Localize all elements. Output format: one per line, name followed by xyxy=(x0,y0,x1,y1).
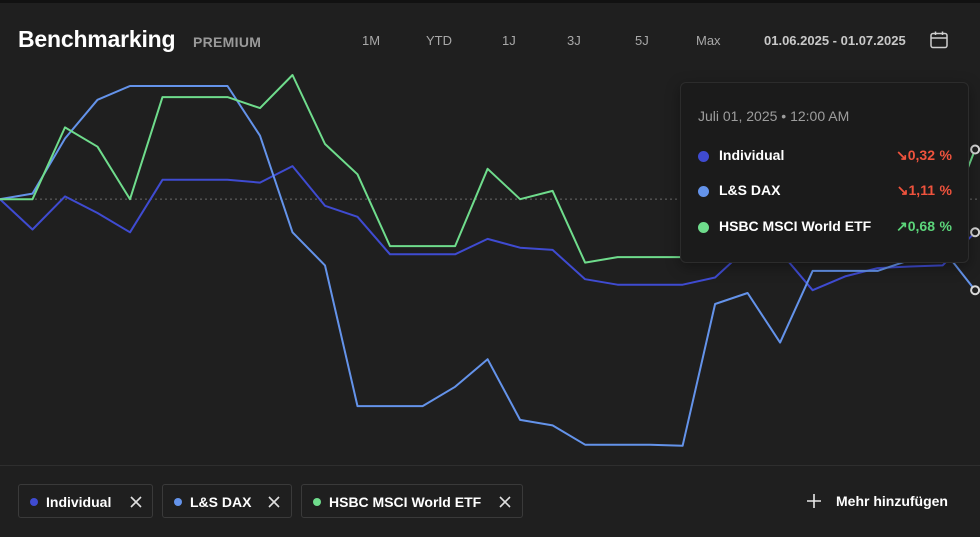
trend-down-icon: ↘ xyxy=(896,147,908,163)
hover-point-2 xyxy=(970,144,980,155)
tooltip-value: ↘1,11 xyxy=(896,182,935,198)
chart-tooltip: Juli 01, 2025 • 12:00 AM Individual ↘0,3… xyxy=(680,82,969,263)
range-button-max[interactable]: Max xyxy=(696,33,721,48)
legend-chip-msci: HSBC MSCI World ETF xyxy=(301,484,523,518)
calendar-icon[interactable] xyxy=(929,30,949,50)
divider xyxy=(0,465,980,466)
tooltip-unit: % xyxy=(939,182,952,198)
tooltip-series-name: L&S DAX xyxy=(719,182,781,198)
tooltip-series-name: HSBC MSCI World ETF xyxy=(719,218,872,234)
add-more-button[interactable]: Mehr hinzufügen xyxy=(806,490,966,512)
range-button-5j[interactable]: 5J xyxy=(635,33,649,48)
close-icon[interactable] xyxy=(129,495,143,509)
trend-down-icon: ↘ xyxy=(896,182,909,198)
close-icon[interactable] xyxy=(267,495,281,509)
legend-chip-dax: L&S DAX xyxy=(162,484,292,518)
range-button-3j[interactable]: 3J xyxy=(567,33,581,48)
series-dot xyxy=(698,151,709,162)
close-icon[interactable] xyxy=(498,495,512,509)
range-button-1j[interactable]: 1J xyxy=(502,33,516,48)
tooltip-value: ↗0,68 xyxy=(896,218,935,234)
tooltip-value: ↘0,32 xyxy=(896,147,935,163)
trend-up-icon: ↗ xyxy=(896,218,908,234)
tooltip-unit: % xyxy=(939,147,952,163)
series-dot xyxy=(174,498,182,506)
range-button-1m[interactable]: 1M xyxy=(362,33,380,48)
tooltip-series-name: Individual xyxy=(719,147,785,163)
premium-badge: PREMIUM xyxy=(193,34,262,50)
tooltip-row-dax: L&S DAX ↘1,11 % xyxy=(698,181,952,201)
date-range[interactable]: 01.06.2025 - 01.07.2025 xyxy=(764,33,906,48)
series-dot xyxy=(698,222,709,233)
tooltip-unit: % xyxy=(939,218,952,234)
chip-label: L&S DAX xyxy=(190,494,252,510)
chip-label: Individual xyxy=(46,494,112,510)
chip-label: HSBC MSCI World ETF xyxy=(329,494,482,510)
series-dot xyxy=(698,186,709,197)
hover-point-1 xyxy=(970,285,980,296)
plus-icon xyxy=(807,494,821,508)
page-title: Benchmarking xyxy=(18,26,176,52)
range-button-ytd[interactable]: YTD xyxy=(426,33,452,48)
tooltip-date: Juli 01, 2025 • 12:00 AM xyxy=(698,108,850,124)
add-more-label: Mehr hinzufügen xyxy=(836,493,948,509)
series-dot xyxy=(313,498,321,506)
series-dot xyxy=(30,498,38,506)
tooltip-row-individual: Individual ↘0,32 % xyxy=(698,146,952,166)
legend-chip-individual: Individual xyxy=(18,484,153,518)
hover-point-0 xyxy=(970,227,980,238)
tooltip-row-msci: HSBC MSCI World ETF ↗0,68 % xyxy=(698,217,952,237)
